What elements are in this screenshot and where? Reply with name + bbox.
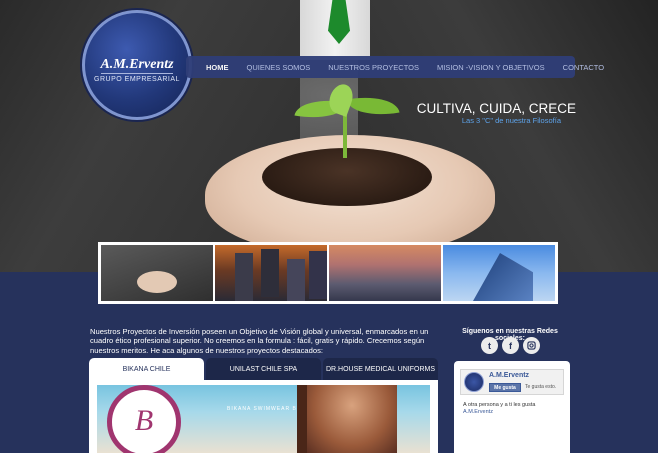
intro-text: Nuestros Proyectos de Inversión poseen u… bbox=[90, 327, 429, 355]
social-links: t f bbox=[481, 337, 540, 354]
instagram-icon[interactable] bbox=[523, 337, 540, 354]
facebook-like-status: Te gusta esto. bbox=[525, 384, 557, 390]
nav-nuestros-proyectos[interactable]: NUESTROS PROYECTOS bbox=[319, 63, 428, 72]
project-banner[interactable]: B BIKANA SWIMWEAR BY ANAEVELI bbox=[97, 385, 430, 453]
tab-panel: B BIKANA SWIMWEAR BY ANAEVELI bbox=[89, 380, 438, 453]
tab-unilast-chile[interactable]: UNILAST CHILE SPA bbox=[206, 358, 321, 380]
facebook-avatar[interactable] bbox=[464, 372, 484, 392]
thumbnail-city[interactable] bbox=[215, 245, 327, 301]
nav-mision-vision[interactable]: MISION -VISION Y OBJETIVOS bbox=[428, 63, 554, 72]
main-nav: HOME QUIENES SOMOS NUESTROS PROYECTOS MI… bbox=[186, 56, 604, 78]
logo-divider bbox=[101, 73, 173, 74]
nav-home[interactable]: HOME bbox=[186, 63, 238, 72]
logo-name: A.M.Erventz bbox=[100, 57, 174, 72]
logo-subtitle: GRUPO EMPRESARIAL bbox=[94, 76, 180, 83]
thumbnail-plant[interactable] bbox=[101, 245, 213, 301]
facebook-page-name[interactable]: A.M.Erventz bbox=[489, 372, 529, 379]
soil bbox=[262, 148, 432, 206]
facebook-friends-text: A otra persona y a ti les gusta bbox=[463, 402, 536, 408]
model-image bbox=[307, 385, 397, 453]
bikana-logo-letter: B bbox=[134, 404, 154, 437]
thumbnail-sunset[interactable] bbox=[329, 245, 441, 301]
thumbnail-strip bbox=[98, 242, 558, 304]
tab-bikana-chile[interactable]: BIKANA CHILE bbox=[89, 358, 204, 380]
twitter-icon[interactable]: t bbox=[481, 337, 498, 354]
bikana-logo: B bbox=[107, 385, 181, 453]
nav-quienes-somos[interactable]: QUIENES SOMOS bbox=[238, 63, 320, 72]
plant-stem bbox=[343, 110, 347, 158]
thumbnail-building[interactable] bbox=[443, 245, 555, 301]
nav-contacto[interactable]: CONTACTO bbox=[554, 63, 613, 72]
facebook-page-header: A.M.Erventz Me gusta Te gusta esto. bbox=[460, 369, 564, 395]
facebook-widget: A.M.Erventz Me gusta Te gusta esto. A ot… bbox=[454, 361, 570, 453]
project-tabs: BIKANA CHILE UNILAST CHILE SPA DR.HOUSE … bbox=[89, 358, 438, 380]
facebook-icon[interactable]: f bbox=[502, 337, 519, 354]
facebook-friend-link[interactable]: A.M.Erventz bbox=[463, 409, 493, 415]
hero-subtitle: Las 3 "C" de nuestra Filosofía bbox=[461, 116, 561, 125]
company-logo[interactable]: A.M.Erventz GRUPO EMPRESARIAL bbox=[82, 10, 192, 120]
tab-drhouse[interactable]: DR.HOUSE MEDICAL UNIFORMS bbox=[323, 358, 438, 380]
facebook-like-button[interactable]: Me gusta bbox=[489, 383, 521, 392]
hero-title: CULTIVA, CUIDA, CRECE bbox=[416, 101, 576, 116]
